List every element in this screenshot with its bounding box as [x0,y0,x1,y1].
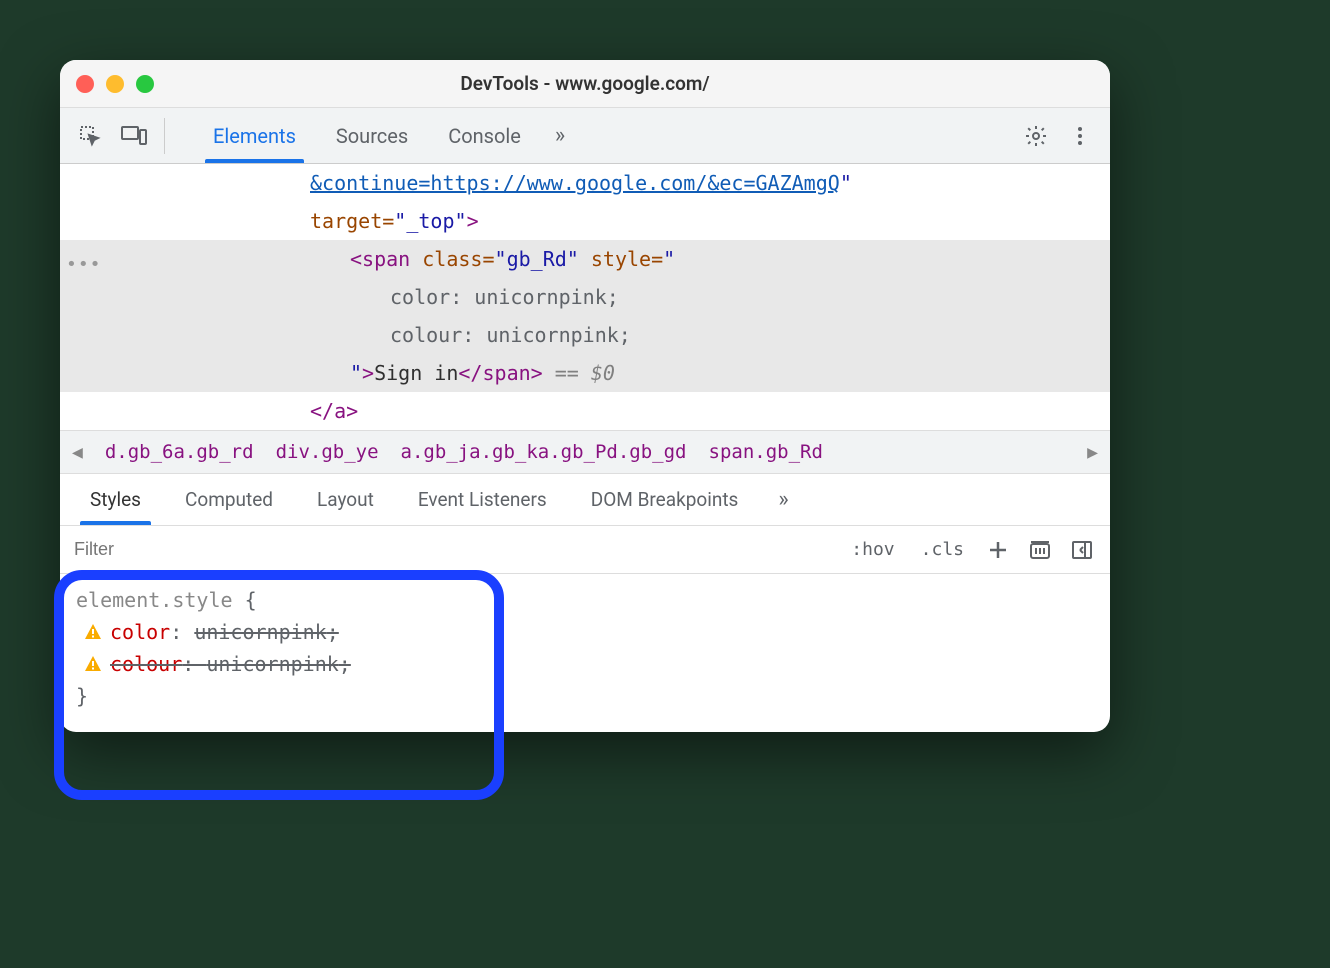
subtab-layout[interactable]: Layout [299,474,392,525]
url-link[interactable]: &continue=https://www.google.com/&ec=GAZ… [310,171,840,195]
breadcrumb-item-active[interactable]: span.gb_Rd [709,441,823,463]
warning-icon [84,623,102,641]
subtab-computed[interactable]: Computed [167,474,291,525]
breadcrumb-item[interactable]: d.gb_6a.gb_rd [105,441,254,463]
tab-console[interactable]: Console [428,108,541,163]
more-subtabs-icon[interactable]: » [764,487,802,512]
dom-line-url[interactable]: &continue=https://www.google.com/&ec=GAZ… [60,164,1110,202]
inspect-element-icon[interactable] [72,118,108,154]
styles-subtabs: Styles Computed Layout Event Listeners D… [60,474,1110,526]
divider [164,118,165,154]
subtab-dom-breakpoints[interactable]: DOM Breakpoints [573,474,757,525]
dom-line-target[interactable]: target="_top"> [60,202,1110,240]
tab-sources[interactable]: Sources [316,108,428,163]
breadcrumb-scroll-right-icon[interactable]: ▶ [1087,442,1098,463]
breadcrumb-item[interactable]: div.gb_ye [276,441,379,463]
traffic-lights [76,75,154,93]
tab-elements[interactable]: Elements [193,108,316,163]
dom-selected-row[interactable]: ••• <span class="gb_Rd" style=" color: u… [60,240,1110,392]
close-window-button[interactable] [76,75,94,93]
cls-button[interactable]: .cls [915,535,970,564]
styles-rules[interactable]: element.style { color: unicornpink; colo… [60,574,1110,732]
titlebar: DevTools - www.google.com/ [60,60,1110,108]
minimize-window-button[interactable] [106,75,124,93]
maximize-window-button[interactable] [136,75,154,93]
dom-tree[interactable]: &continue=https://www.google.com/&ec=GAZ… [60,164,1110,430]
warning-icon [84,655,102,673]
main-toolbar: Elements Sources Console » [60,108,1110,164]
window-title: DevTools - www.google.com/ [60,72,1110,95]
subtab-event-listeners[interactable]: Event Listeners [400,474,565,525]
settings-gear-icon[interactable] [1018,118,1054,154]
panel-tabs: Elements Sources Console » [193,108,579,163]
kebab-menu-icon[interactable] [1062,118,1098,154]
style-rule-line[interactable]: color: unicornpink; [76,616,1094,648]
toggle-sidebar-icon[interactable] [1068,536,1096,564]
styles-toolbar: :hov .cls [60,526,1110,574]
hov-button[interactable]: :hov [845,535,900,564]
rule-selector[interactable]: element.style { [76,584,1094,616]
device-mode-icon[interactable] [116,118,152,154]
rule-close: } [76,680,1094,712]
breadcrumb-bar: ◀ d.gb_6a.gb_rd div.gb_ye a.gb_ja.gb_ka.… [60,430,1110,474]
computed-styles-icon[interactable] [1026,536,1054,564]
more-panel-tabs-icon[interactable]: » [541,108,579,163]
style-rule-line[interactable]: colour: unicornpink; [76,648,1094,680]
ellipsis-icon: ••• [66,250,102,281]
subtab-styles[interactable]: Styles [72,474,159,525]
breadcrumb-scroll-left-icon[interactable]: ◀ [72,442,83,463]
new-style-rule-icon[interactable] [984,536,1012,564]
dom-line-close-a[interactable]: </a> [60,392,1110,430]
styles-filter-input[interactable] [74,539,446,560]
devtools-window: DevTools - www.google.com/ Elements Sour… [60,60,1110,732]
breadcrumb-item[interactable]: a.gb_ja.gb_ka.gb_Pd.gb_gd [401,441,687,463]
